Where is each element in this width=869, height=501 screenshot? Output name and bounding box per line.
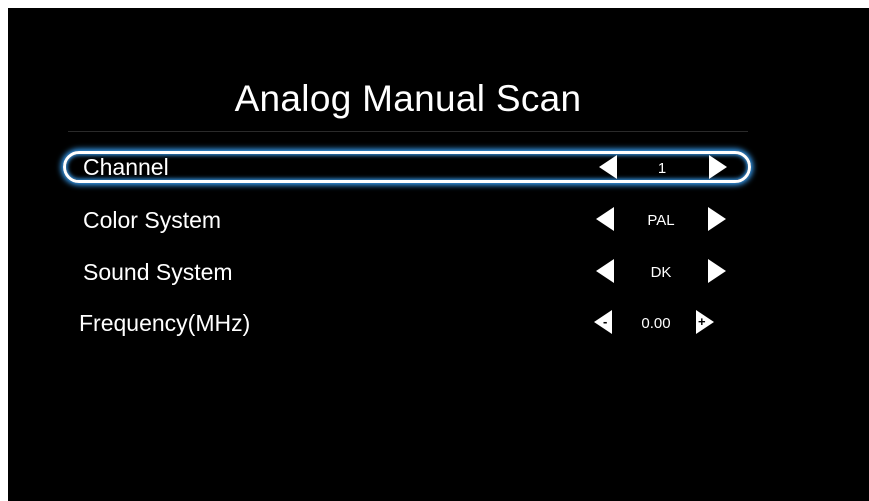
channel-decrease-arrow-icon[interactable] [599,155,617,179]
color-system-label: Color System [83,207,222,233]
color-system-decrease-arrow-icon[interactable] [596,207,614,231]
sound-system-increase-arrow-icon[interactable] [708,259,726,283]
plus-icon: + [698,314,706,329]
menu-row-frequency[interactable]: Frequency(MHz) - 0.00 + [63,307,751,339]
color-system-increase-arrow-icon[interactable] [708,207,726,231]
minus-icon: - [603,314,608,329]
page-title: Analog Manual Scan [234,78,582,119]
channel-value: 1 [657,160,667,177]
tv-screen: Analog Manual Scan Channel 1 Color Syste… [8,8,869,501]
sound-system-decrease-arrow-icon[interactable] [596,259,614,283]
title-divider [68,131,748,132]
color-system-value: PAL [647,212,675,229]
menu-row-channel[interactable]: Channel 1 [63,151,751,183]
frequency-value: 0.00 [641,315,671,332]
sound-system-label: Sound System [83,259,233,285]
channel-increase-arrow-icon[interactable] [709,155,727,179]
menu-row-color-system[interactable]: Color System PAL [63,204,751,236]
menu-row-sound-system[interactable]: Sound System DK [63,256,751,288]
sound-system-value: DK [650,264,672,281]
frequency-label: Frequency(MHz) [79,310,251,336]
channel-label: Channel [83,154,169,180]
